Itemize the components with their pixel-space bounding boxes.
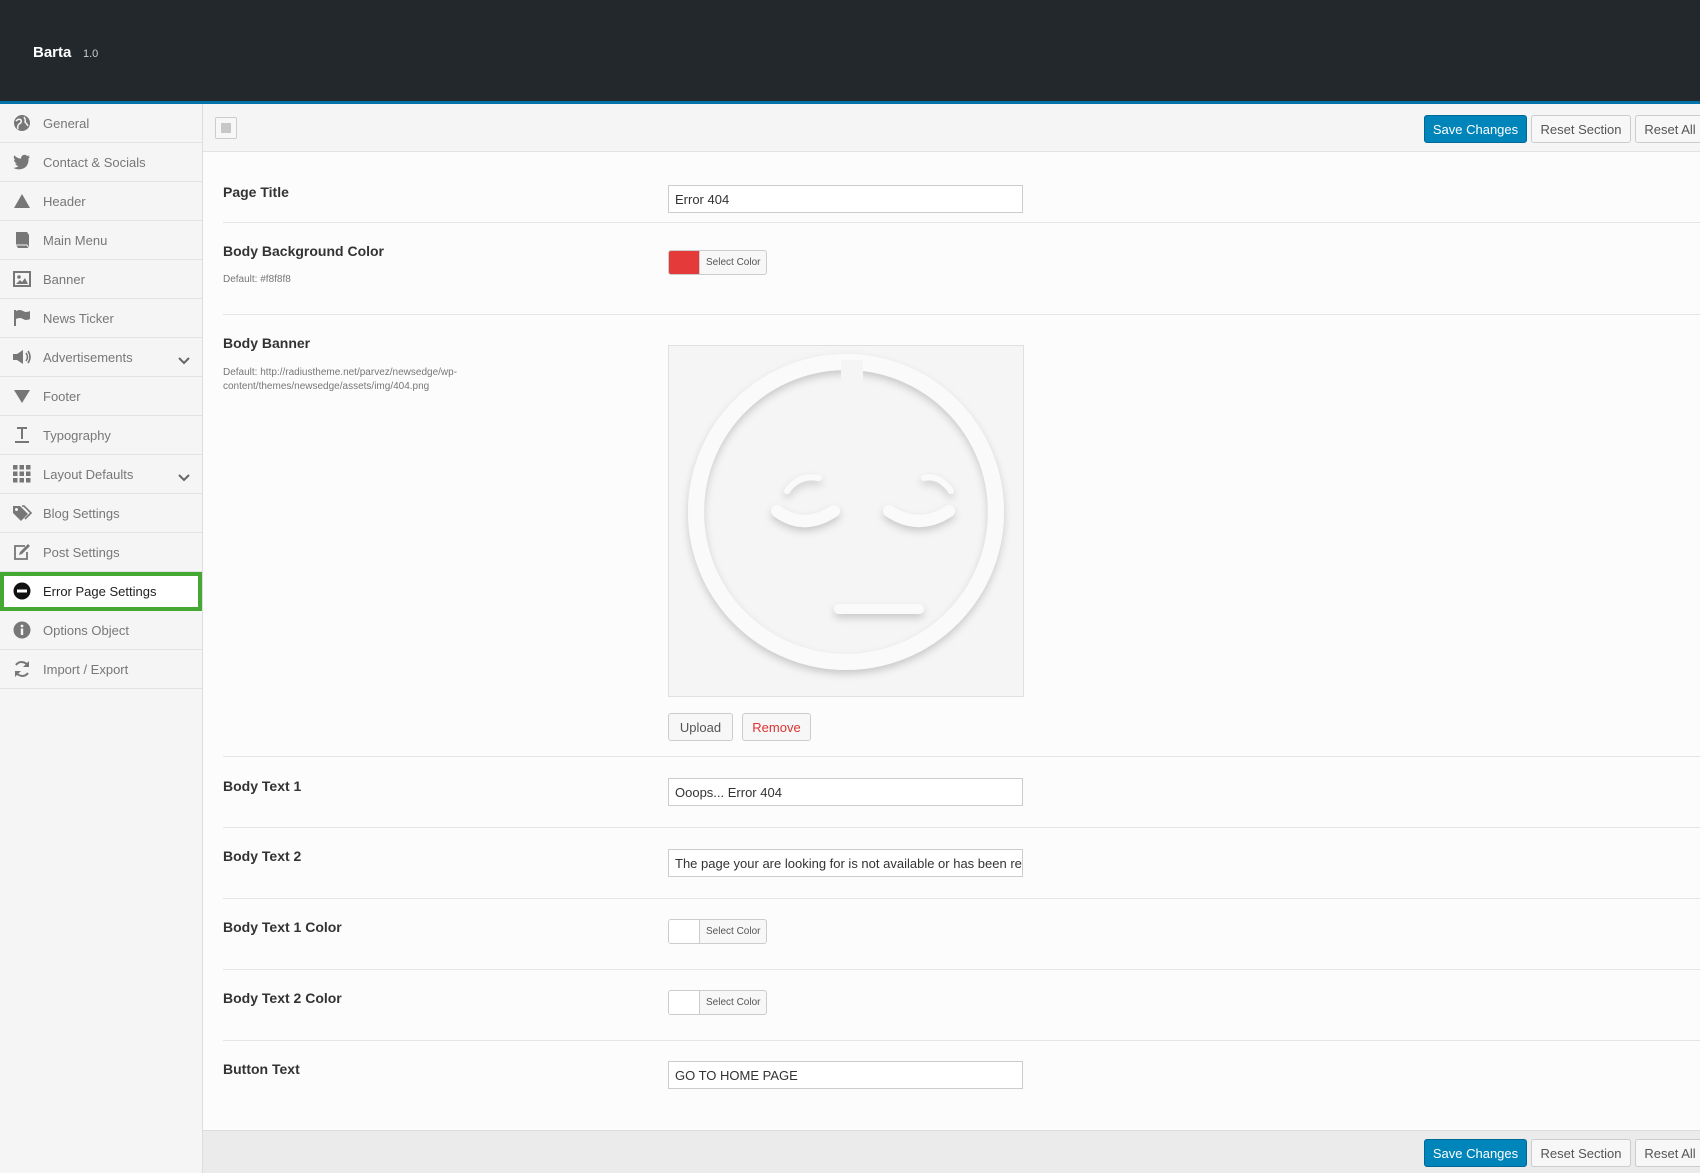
field-row-body-bg-color: Body Background Color Default: #f8f8f8 S… [223, 223, 1700, 315]
text-icon [12, 425, 32, 445]
sidebar-item-label: Main Menu [43, 233, 108, 248]
tags-icon [12, 503, 32, 523]
field-description: Default: #f8f8f8 [223, 274, 291, 285]
field-label: Body Text 2 [223, 848, 302, 864]
color-swatch [669, 920, 700, 943]
sidebar-item-label: Typography [43, 428, 111, 443]
field-label: Body Banner [223, 335, 311, 351]
sidebar-item-banner[interactable]: Banner [0, 260, 202, 299]
field-label: Button Text [223, 1061, 300, 1077]
expand-icon [221, 123, 231, 133]
sidebar-item-label: Banner [43, 272, 85, 287]
banner-preview [668, 345, 1024, 697]
sidebar-item-label: Advertisements [43, 350, 133, 365]
triangle-up-icon [12, 191, 32, 211]
globe-icon [12, 113, 32, 133]
sad-face-image [688, 354, 1004, 670]
sidebar-item-import-export[interactable]: Import / Export [0, 650, 202, 689]
field-description: Default: http://radiustheme.net/parvez/n… [223, 367, 458, 392]
save-button[interactable]: Save Changes [1424, 1139, 1527, 1167]
field-row-button-text: Button Text GO TO HOME PAGE [223, 1041, 1700, 1130]
sidebar-item-error-page-settings[interactable]: Error Page Settings [0, 572, 202, 611]
sidebar-item-footer[interactable]: Footer [0, 377, 202, 416]
sidebar-item-label: General [43, 116, 90, 131]
sidebar-item-blog-settings[interactable]: Blog Settings [0, 494, 202, 533]
body-text-1-color-picker[interactable]: Select Color [668, 919, 768, 944]
sidebar-item-main-menu[interactable]: Main Menu [0, 221, 202, 260]
field-row-body-text-1: Body Text 1 Ooops... Error 404 [223, 757, 1700, 828]
sidebar-item-label: Layout Defaults [43, 467, 134, 482]
field-label: Body Text 1 [223, 778, 302, 794]
sidebar-item-label: Post Settings [43, 545, 120, 560]
sidebar-item-header[interactable]: Header [0, 182, 202, 221]
sidebar-item-news-ticker[interactable]: News Ticker [0, 299, 202, 338]
reset-section-button[interactable]: Reset Section [1531, 1139, 1631, 1167]
reset-all-button[interactable]: Reset All [1635, 115, 1700, 143]
button-text-input[interactable]: GO TO HOME PAGE [668, 1061, 1023, 1089]
chevron-down-icon [178, 352, 190, 370]
book-icon [12, 230, 32, 250]
footer-action-bar: Save Changes Reset Section Reset All [203, 1130, 1700, 1173]
sidebar-item-typography[interactable]: Typography [0, 416, 202, 455]
field-label: Body Text 2 Color [223, 990, 342, 1006]
color-swatch [669, 251, 700, 274]
save-button[interactable]: Save Changes [1424, 115, 1527, 143]
field-label: Body Text 1 Color [223, 919, 342, 935]
image-icon [12, 269, 32, 289]
body-text-1-input[interactable]: Ooops... Error 404 [668, 778, 1023, 806]
field-row-body-text-1-color: Body Text 1 Color Select Color [223, 899, 1700, 970]
megaphone-icon [12, 347, 32, 367]
sidebar-item-label: Contact & Socials [43, 155, 146, 170]
sidebar-item-options-object[interactable]: Options Object [0, 611, 202, 650]
select-color-label: Select Color [706, 257, 761, 268]
refresh-icon [12, 659, 32, 679]
expand-options-button[interactable] [215, 117, 237, 139]
sidebar-item-contact-socials[interactable]: Contact & Socials [0, 143, 202, 182]
edit-icon [12, 542, 32, 562]
field-label: Page Title [223, 184, 289, 200]
body-text-2-input[interactable]: The page your are looking for is not ava… [668, 849, 1023, 877]
sidebar-item-label: News Ticker [43, 311, 114, 326]
toolbar: Save Changes Reset Section Reset All [203, 104, 1700, 152]
field-row-body-text-2: Body Text 2 The page your are looking fo… [223, 828, 1700, 899]
sidebar-item-general[interactable]: General [0, 104, 202, 143]
sidebar-item-label: Blog Settings [43, 506, 120, 521]
sidebar-item-label: Import / Export [43, 662, 129, 677]
grid-icon [12, 464, 32, 484]
triangle-down-icon [12, 386, 32, 406]
sidebar: General Contact & Socials Header Main Me… [0, 104, 203, 1173]
select-color-label: Select Color [706, 997, 761, 1008]
body-text-2-color-picker[interactable]: Select Color [668, 990, 768, 1015]
top-bar: Barta 1.0 [0, 0, 1700, 104]
sidebar-item-label: Header [43, 194, 86, 209]
main-panel: Save Changes Reset Section Reset All Pag… [203, 104, 1700, 1173]
app-version: 1.0 [83, 48, 99, 60]
field-row-body-text-2-color: Body Text 2 Color Select Color [223, 970, 1700, 1041]
flag-icon [12, 308, 32, 328]
sidebar-item-label: Footer [43, 389, 81, 404]
sidebar-item-advertisements[interactable]: Advertisements [0, 338, 202, 377]
field-row-body-banner: Body Banner Default: http://radiustheme.… [223, 315, 1700, 757]
minus-circle-icon [12, 581, 32, 601]
select-color-label: Select Color [706, 926, 761, 937]
reset-all-button[interactable]: Reset All [1635, 1139, 1700, 1167]
body-bg-color-picker[interactable]: Select Color [668, 250, 768, 275]
remove-button[interactable]: Remove [742, 713, 811, 741]
sidebar-item-layout-defaults[interactable]: Layout Defaults [0, 455, 202, 494]
sidebar-item-post-settings[interactable]: Post Settings [0, 533, 202, 572]
twitter-icon [12, 152, 32, 172]
page-title-input[interactable]: Error 404 [668, 185, 1023, 213]
sidebar-item-label: Error Page Settings [43, 584, 157, 599]
info-icon [12, 620, 32, 640]
upload-button[interactable]: Upload [668, 713, 733, 741]
field-row-page-title: Page Title Error 404 [223, 152, 1700, 223]
reset-section-button[interactable]: Reset Section [1531, 115, 1631, 143]
field-label: Body Background Color [223, 243, 385, 259]
sidebar-item-label: Options Object [43, 623, 129, 638]
color-swatch [669, 991, 700, 1014]
app-name: Barta [33, 44, 72, 61]
chevron-down-icon [178, 469, 190, 487]
